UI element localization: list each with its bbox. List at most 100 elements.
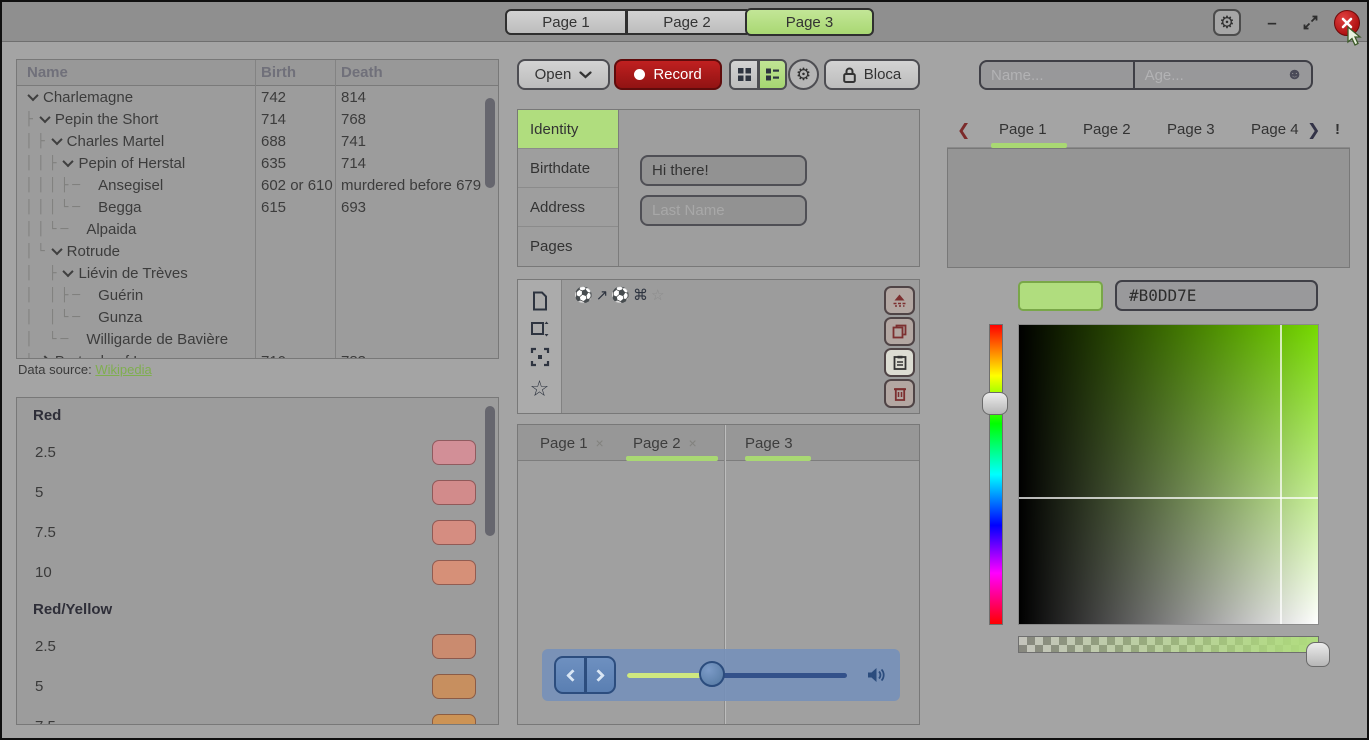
- list-view-button[interactable]: [758, 59, 787, 90]
- table-row[interactable]: │││├─Ansegisel602 or 610murdered before …: [17, 174, 498, 196]
- resize-icon[interactable]: [530, 320, 550, 338]
- expander-icon[interactable]: [63, 156, 74, 167]
- paste-button[interactable]: [884, 348, 915, 377]
- forward-button[interactable]: [585, 656, 616, 694]
- expander-icon[interactable]: [39, 355, 50, 359]
- list-item[interactable]: 5: [17, 666, 498, 706]
- tab-page-2[interactable]: Page 2: [626, 9, 747, 35]
- center-focus-icon[interactable]: [530, 347, 550, 367]
- maximize-button[interactable]: [1298, 9, 1322, 36]
- settings-round-button[interactable]: ⚙: [788, 59, 819, 90]
- minimize-button[interactable]: –: [1260, 9, 1284, 36]
- munsell-swatch-button[interactable]: [432, 560, 476, 585]
- list-item[interactable]: 7.5: [17, 512, 498, 552]
- expander-icon[interactable]: [63, 266, 74, 277]
- tab-page-1[interactable]: Page 1: [505, 9, 626, 35]
- list-item[interactable]: 5: [17, 472, 498, 512]
- arrow-ne-icon[interactable]: ↗: [596, 286, 609, 304]
- munsell-swatch-button[interactable]: [432, 674, 476, 699]
- alpha-slider-handle[interactable]: [1306, 642, 1330, 667]
- expander-icon[interactable]: [51, 244, 62, 255]
- seek-slider-thumb[interactable]: [699, 661, 725, 687]
- back-button[interactable]: [554, 656, 585, 694]
- copy-button[interactable]: [884, 317, 915, 346]
- scroll-tabs-left-button[interactable]: ❮: [957, 112, 970, 147]
- soccer-ball-icon[interactable]: ⚽: [611, 286, 630, 304]
- expander-icon[interactable]: [39, 112, 50, 123]
- split-tab-page1[interactable]: Page 1 ×: [540, 425, 604, 461]
- age-input[interactable]: Age...: [1135, 62, 1287, 88]
- column-divider[interactable]: [255, 60, 256, 358]
- first-name-field[interactable]: Hi there!: [640, 155, 807, 186]
- tab-page-3[interactable]: Page 3: [745, 8, 874, 36]
- table-row[interactable]: Charlemagne742814: [17, 86, 498, 108]
- table-row[interactable]: │ └─Willigarde de Bavière: [17, 328, 498, 350]
- seek-slider[interactable]: [627, 673, 847, 678]
- column-header-birth[interactable]: Birth: [255, 64, 335, 81]
- command-icon[interactable]: ⌘: [633, 286, 648, 304]
- form-item-address[interactable]: Address: [518, 188, 618, 227]
- hex-color-input[interactable]: #B0DD7E: [1115, 280, 1318, 311]
- form-item-pages[interactable]: Pages: [518, 227, 618, 266]
- expander-icon[interactable]: [51, 134, 62, 145]
- eject-button[interactable]: [884, 286, 915, 315]
- hue-slider[interactable]: [989, 324, 1003, 625]
- open-dropdown-button[interactable]: Open: [517, 59, 610, 90]
- saturation-value-square[interactable]: [1018, 324, 1319, 625]
- table-row[interactable]: ││└─Alpaida: [17, 218, 498, 240]
- tree-connector: │├: [25, 134, 49, 149]
- list-item[interactable]: 2.5: [17, 626, 498, 666]
- right-tab-page2[interactable]: Page 2: [1083, 112, 1131, 147]
- table-header-row[interactable]: Name Birth Death: [17, 60, 498, 86]
- column-header-name[interactable]: Name: [17, 64, 255, 81]
- munsell-swatch-button[interactable]: [432, 520, 476, 545]
- grid-view-button[interactable]: [729, 59, 758, 90]
- close-tab-icon[interactable]: ×: [596, 435, 604, 451]
- color-swatch[interactable]: [1018, 281, 1103, 311]
- scrollbar-thumb[interactable]: [485, 406, 495, 536]
- form-item-identity[interactable]: Identity: [518, 110, 618, 149]
- delete-button[interactable]: [884, 379, 915, 408]
- scroll-tabs-right-button[interactable]: ❯: [1307, 112, 1320, 147]
- soccer-ball-icon[interactable]: ⚽: [574, 286, 593, 304]
- column-header-death[interactable]: Death: [335, 64, 498, 81]
- munsell-swatch-button[interactable]: [432, 714, 476, 726]
- expander-icon[interactable]: [27, 90, 38, 101]
- settings-button[interactable]: ⚙: [1213, 9, 1241, 36]
- right-tab-page1[interactable]: Page 1: [999, 112, 1047, 147]
- form-item-birthdate[interactable]: Birthdate: [518, 149, 618, 188]
- last-name-field[interactable]: Last Name: [640, 195, 807, 226]
- star-icon[interactable]: ☆: [530, 376, 550, 402]
- table-row[interactable]: ├Pepin the Short714768: [17, 108, 498, 130]
- munsell-swatch-button[interactable]: [432, 440, 476, 465]
- record-button[interactable]: Record: [614, 59, 722, 90]
- volume-button[interactable]: [867, 666, 886, 684]
- table-row[interactable]: │ │├─Guérin: [17, 284, 498, 306]
- munsell-swatch-button[interactable]: [432, 634, 476, 659]
- table-row[interactable]: │││└─Begga615693: [17, 196, 498, 218]
- table-row[interactable]: ││├Pepin of Herstal635714: [17, 152, 498, 174]
- list-item[interactable]: 10: [17, 552, 498, 592]
- table-row[interactable]: │└Rotrude: [17, 240, 498, 262]
- table-row[interactable]: │├Charles Martel688741: [17, 130, 498, 152]
- scrollbar-thumb[interactable]: [485, 98, 495, 188]
- column-divider[interactable]: [335, 60, 336, 358]
- close-tab-icon[interactable]: ×: [689, 435, 697, 451]
- name-input[interactable]: Name...: [981, 62, 1133, 88]
- hue-slider-handle[interactable]: [982, 392, 1008, 415]
- alpha-slider[interactable]: [1018, 636, 1319, 653]
- list-item[interactable]: 2.5: [17, 432, 498, 472]
- document-icon[interactable]: [531, 291, 549, 311]
- table-row[interactable]: │ │└─Gunza: [17, 306, 498, 328]
- star-outline-icon[interactable]: ☆: [651, 286, 664, 304]
- tab-overflow-button[interactable]: !: [1335, 112, 1340, 147]
- smiley-icon[interactable]: ☻: [1286, 66, 1303, 84]
- table-row[interactable]: ├Bertrade of Laon710783: [17, 350, 498, 359]
- munsell-swatch-button[interactable]: [432, 480, 476, 505]
- right-tab-page3[interactable]: Page 3: [1167, 112, 1215, 147]
- right-tab-page4[interactable]: Page 4: [1251, 112, 1299, 147]
- wikipedia-link[interactable]: Wikipedia: [95, 362, 151, 377]
- lock-button[interactable]: Bloca: [824, 59, 920, 90]
- table-row[interactable]: │ ├Liévin de Trèves: [17, 262, 498, 284]
- list-item[interactable]: 7.5: [17, 706, 498, 725]
